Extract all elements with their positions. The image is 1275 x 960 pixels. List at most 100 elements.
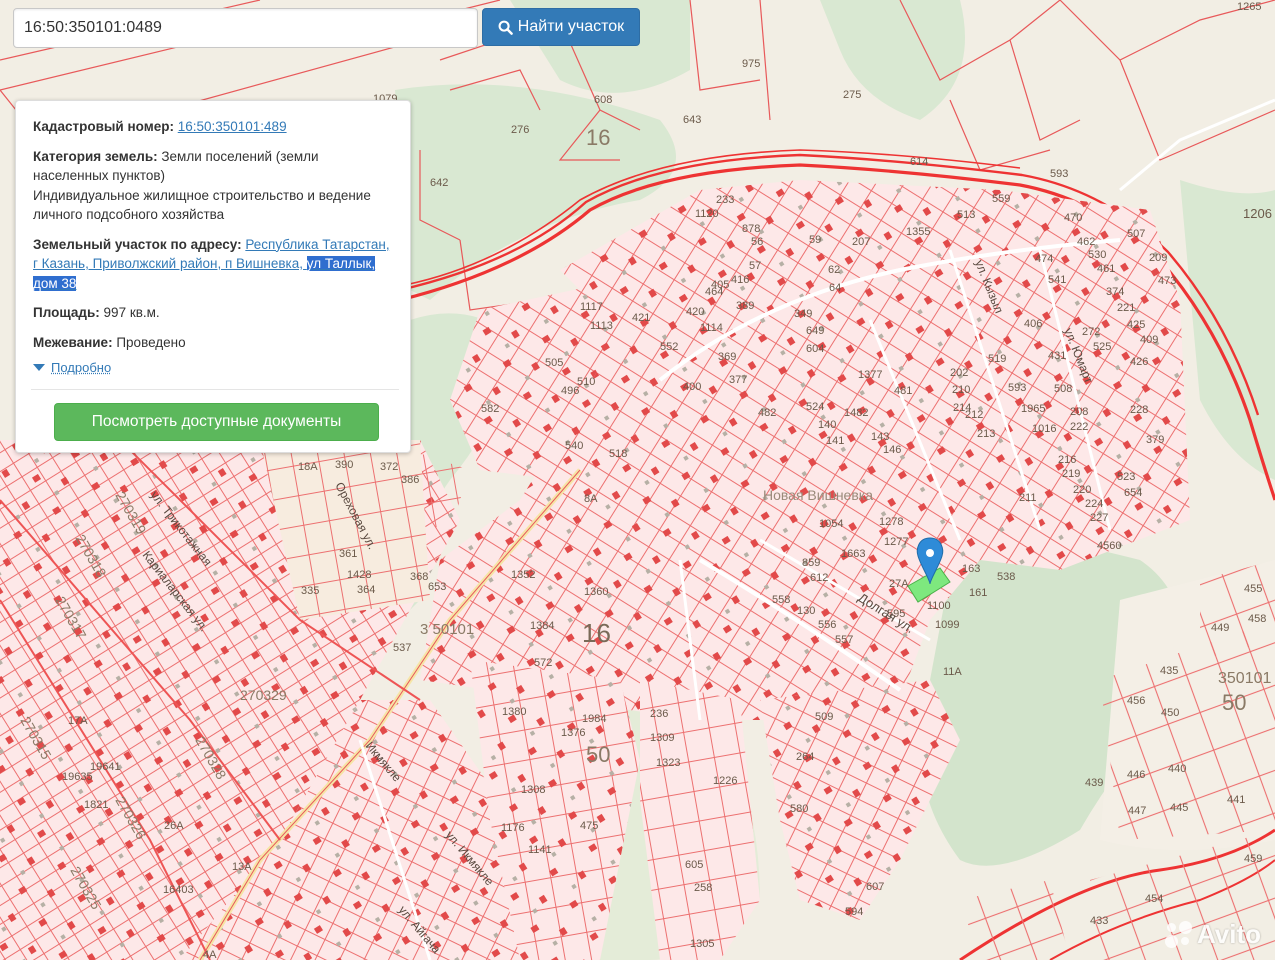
parcel-label: 1016 (1032, 423, 1056, 435)
parcel-label: 473 (1158, 275, 1176, 287)
parcel-label: 57 (749, 260, 761, 272)
parcel-label: 558 (772, 594, 790, 606)
parcel-label: 607 (866, 881, 884, 893)
parcel-label: 557 (835, 634, 853, 646)
parcel-label: 141 (826, 435, 844, 447)
find-parcel-label: Найти участок (517, 18, 625, 35)
view-documents-button[interactable]: Посмотреть доступные документы (54, 403, 379, 441)
parcel-label: 143 (871, 431, 889, 443)
parcel-label: 440 (1168, 763, 1186, 775)
parcel-label: 208 (1070, 406, 1088, 418)
parcel-label: 272 (1082, 326, 1100, 338)
parcel-label: 1120 (695, 208, 719, 220)
cadastral-search-input[interactable] (13, 8, 478, 48)
parcel-label: 525 (1093, 341, 1111, 353)
land-category-label: Категория земель: (33, 148, 158, 164)
parcel-label: 1821 (84, 799, 108, 811)
parcel-label: 1226 (713, 775, 737, 787)
parcel-label: 608 (594, 94, 612, 106)
parcel-label: 559 (992, 193, 1010, 205)
zone-label: 50 (1222, 690, 1246, 715)
parcel-label: 454 (1145, 893, 1163, 905)
parcel-label: 18A (298, 461, 318, 473)
watermark: Avito (1164, 919, 1261, 950)
address-row: Земельный участок по адресу: Республика … (33, 235, 392, 294)
cadastral-number-link[interactable]: 16:50:350101:489 (178, 119, 287, 134)
parcel-label: 386 (401, 474, 419, 486)
parcel-label: 421 (632, 312, 650, 324)
parcel-label: 580 (790, 803, 808, 815)
parcel-label: 214 (953, 402, 971, 414)
parcel-label: 1309 (650, 732, 674, 744)
parcel-label: 222 (1070, 421, 1088, 433)
parcel-label: 11A (943, 666, 962, 678)
parcel-label: 537 (393, 642, 411, 654)
parcel-label: 377 (729, 374, 747, 386)
parcel-info-panel: Кадастровый номер: 16:50:350101:489 Кате… (15, 100, 411, 453)
parcel-label: 1176 (501, 822, 525, 834)
parcel-label: 369 (718, 351, 736, 363)
parcel-label: 446 (1127, 769, 1145, 781)
parcel-label: 541 (1048, 274, 1066, 286)
zone-label: 16 (586, 125, 610, 150)
parcel-label: 1114 (700, 322, 723, 334)
parcel-label: 450 (1161, 707, 1179, 719)
parcel-label: 236 (650, 708, 668, 720)
parcel-label: 445 (1170, 802, 1188, 814)
survey-value: Проведено (116, 334, 186, 350)
parcel-label: 464 (705, 286, 723, 298)
parcel-label: 518 (609, 448, 627, 460)
parcel-label: 1377 (858, 369, 882, 381)
parcel-label: 425 (1127, 319, 1145, 331)
parcel-label: 470 (1064, 212, 1082, 224)
address-label: Земельный участок по адресу: (33, 236, 242, 252)
parcel-label: 475 (580, 820, 598, 832)
parcel-label: 224 (1085, 498, 1103, 510)
find-parcel-button[interactable]: Найти участок (482, 8, 640, 46)
parcel-label: 379 (1146, 434, 1164, 446)
parcel-label: 1965 (1021, 403, 1045, 415)
parcel-label: 17A (68, 715, 88, 727)
parcel-label: 447 (1128, 805, 1146, 817)
parcel-label: 572 (534, 657, 552, 669)
parcel-label: 364 (357, 584, 375, 596)
parcel-label: 654 (1124, 487, 1142, 499)
quarter-label: 3 50101 (420, 621, 474, 638)
parcel-label: 400 (683, 381, 701, 393)
parcel-label: 1663 (841, 548, 865, 560)
search-icon (498, 20, 513, 35)
parcel-label: 221 (1117, 302, 1135, 314)
parcel-label: 1360 (584, 586, 608, 598)
parcel-label: 1100 (927, 600, 951, 612)
zone-label: 350101 (1218, 670, 1271, 687)
zone-label: 16 (582, 618, 611, 648)
parcel-label: 481 (894, 385, 912, 397)
area-label: Площадь: (33, 305, 100, 320)
parcel-label: 13A (232, 861, 252, 873)
parcel-label: 216 (1058, 454, 1076, 466)
parcel-label: 513 (957, 209, 975, 221)
parcel-label: 1277 (884, 536, 908, 548)
panel-divider (31, 389, 399, 390)
details-link-label: Подробно (51, 360, 112, 375)
parcel-label: 540 (565, 440, 583, 452)
parcel-label: 276 (511, 124, 529, 136)
parcel-label: 416 (731, 274, 749, 286)
parcel-label: 975 (742, 58, 760, 70)
parcel-label: 431 (1048, 350, 1066, 362)
details-toggle[interactable]: Подробно (33, 360, 392, 375)
parcel-label: 439 (1085, 777, 1103, 789)
parcel-label: 4560 (1097, 540, 1121, 552)
cadastral-number-row: Кадастровый номер: 16:50:350101:489 (33, 117, 392, 137)
parcel-label: 594 (845, 906, 863, 918)
parcel-label: 441 (1227, 794, 1245, 806)
parcel-label: 228 (1130, 404, 1148, 416)
parcel-label: 420 (686, 306, 704, 318)
parcel-label: 878 (742, 223, 760, 235)
parcel-label: 335 (301, 585, 319, 597)
parcel-label: 19635 (62, 771, 93, 783)
parcel-label: 614 (910, 156, 928, 168)
parcel-label: 258 (694, 882, 712, 894)
parcel-label: 582 (481, 403, 499, 415)
parcel-label: 1117 (580, 301, 603, 313)
